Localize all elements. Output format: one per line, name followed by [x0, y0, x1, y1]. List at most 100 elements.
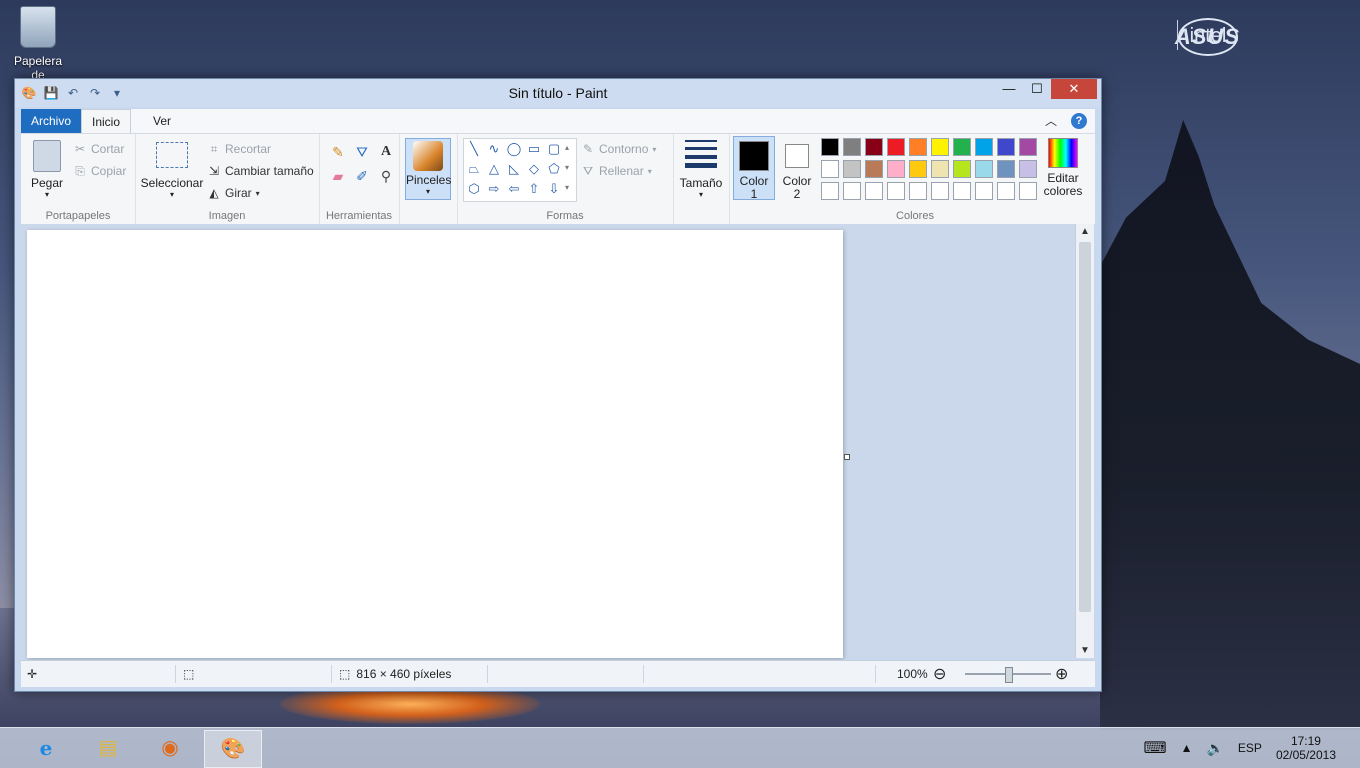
fill-button[interactable]: ⛛ Rellenar ▾ [581, 164, 652, 178]
palette-color-swatch[interactable] [931, 138, 949, 156]
fill-icon: ⛛ [582, 164, 594, 178]
palette-color-swatch[interactable] [865, 138, 883, 156]
palette-color-swatch[interactable] [887, 138, 905, 156]
palette-color-swatch[interactable] [975, 138, 993, 156]
custom-color-slot[interactable] [931, 182, 949, 200]
palette-color-swatch[interactable] [1019, 160, 1037, 178]
palette-color-swatch[interactable] [975, 160, 993, 178]
tab-home[interactable]: Inicio [81, 109, 132, 133]
resize-button[interactable]: ⇲ Cambiar tamaño [207, 164, 314, 178]
minimize-ribbon-icon[interactable]: ︿ [1045, 112, 1057, 129]
palette-color-swatch[interactable] [1019, 138, 1037, 156]
custom-color-slot[interactable] [865, 182, 883, 200]
crop-button[interactable]: ⌗ Recortar [207, 142, 271, 156]
up-arrow-shape-icon[interactable]: ⇧ [524, 179, 544, 199]
fill-dropdown-icon: ▾ [647, 166, 652, 176]
custom-color-slot[interactable] [997, 182, 1015, 200]
show-hidden-icons[interactable]: ▲ [1181, 741, 1193, 755]
diamond-shape-icon[interactable]: ◇ [524, 159, 544, 179]
color2-button[interactable]: Color 2 [777, 136, 817, 201]
custom-color-slot[interactable] [1019, 182, 1037, 200]
pencil-icon[interactable]: ✎ [327, 144, 349, 166]
palette-color-swatch[interactable] [843, 138, 861, 156]
paste-button[interactable]: Pegar ▾ [27, 140, 67, 199]
rotate-button[interactable]: ◭ Girar ▾ [207, 186, 259, 200]
color1-button[interactable]: Color 1 [733, 136, 775, 201]
select-button[interactable]: Seleccionar ▾ [139, 142, 205, 199]
size-button[interactable]: Tamaño ▾ [677, 140, 725, 199]
triangle-shape-icon[interactable]: △ [484, 159, 504, 179]
palette-color-swatch[interactable] [997, 138, 1015, 156]
custom-color-slot[interactable] [909, 182, 927, 200]
custom-color-slot[interactable] [887, 182, 905, 200]
pentagon-shape-icon[interactable]: ⬠ [544, 159, 564, 179]
edit-colors-button[interactable]: Editar colores [1041, 138, 1085, 198]
palette-color-swatch[interactable] [843, 160, 861, 178]
outline-button[interactable]: ✎ Contorno ▾ [581, 142, 656, 156]
cut-button[interactable]: ✂ Cortar [73, 142, 124, 156]
zoom-slider[interactable] [965, 667, 1051, 683]
maximize-button[interactable]: ☐ [1023, 79, 1051, 99]
recycle-bin-desktop-icon[interactable]: Papelera de [6, 6, 70, 82]
custom-color-slot[interactable] [975, 182, 993, 200]
eraser-icon[interactable]: ▰ [327, 168, 349, 190]
volume-icon[interactable]: 🔈 [1206, 740, 1223, 757]
scrollbar-thumb[interactable] [1079, 242, 1091, 612]
line-shape-icon[interactable]: ╲ [464, 139, 484, 159]
palette-color-swatch[interactable] [821, 160, 839, 178]
firefox-icon[interactable]: ◉ [142, 730, 198, 766]
shapes-scroll[interactable]: ▴ ▾ ▾ [565, 138, 569, 198]
custom-color-slot[interactable] [843, 182, 861, 200]
color-picker-icon[interactable]: ✐ [351, 168, 373, 190]
curve-shape-icon[interactable]: ∿ [484, 139, 504, 159]
size-label: Tamaño [679, 176, 723, 190]
down-arrow-shape-icon[interactable]: ⇩ [544, 179, 564, 199]
copy-button[interactable]: ⎘ Copiar [73, 164, 126, 178]
rectangle-shape-icon[interactable]: ▭ [524, 139, 544, 159]
zoom-in-icon[interactable]: ⊕ [1055, 664, 1068, 684]
clock[interactable]: 17:19 02/05/2013 [1276, 734, 1336, 762]
language-indicator[interactable]: ESP [1238, 741, 1262, 755]
custom-color-slot[interactable] [953, 182, 971, 200]
zoom-slider-knob[interactable] [1005, 667, 1013, 683]
color2-swatch [785, 144, 809, 168]
palette-color-swatch[interactable] [821, 138, 839, 156]
color-palette [821, 138, 1037, 200]
palette-color-swatch[interactable] [953, 160, 971, 178]
palette-color-swatch[interactable] [953, 138, 971, 156]
right-triangle-shape-icon[interactable]: ◺ [504, 159, 524, 179]
palette-color-swatch[interactable] [865, 160, 883, 178]
palette-color-swatch[interactable] [909, 138, 927, 156]
internet-explorer-icon[interactable]: e [18, 730, 74, 766]
palette-color-swatch[interactable] [931, 160, 949, 178]
text-tool-icon[interactable]: A [375, 144, 397, 166]
scroll-down-icon[interactable]: ▼ [1076, 645, 1094, 656]
tab-file[interactable]: Archivo [21, 109, 82, 133]
scroll-up-icon[interactable]: ▲ [1076, 226, 1094, 237]
keyboard-icon[interactable]: ⌨ [1144, 738, 1167, 758]
custom-color-slot[interactable] [821, 182, 839, 200]
fill-bucket-icon[interactable]: ⛛ [351, 144, 373, 166]
zoom-out-icon[interactable]: ⊖ [933, 664, 946, 684]
magnifier-icon[interactable]: ⚲ [375, 168, 397, 190]
file-explorer-icon[interactable]: ▤ [80, 730, 136, 766]
help-icon[interactable]: ? [1071, 112, 1087, 129]
oval-shape-icon[interactable]: ◯ [504, 139, 524, 159]
rounded-rectangle-shape-icon[interactable]: ▢ [544, 139, 564, 159]
palette-color-swatch[interactable] [909, 160, 927, 178]
left-arrow-shape-icon[interactable]: ⇦ [504, 179, 524, 199]
canvas-resize-handle[interactable] [844, 454, 850, 460]
drawing-canvas[interactable] [27, 230, 843, 658]
paint-taskbar-icon[interactable]: 🎨 [204, 730, 262, 768]
minimize-button[interactable]: — [995, 79, 1023, 99]
tab-view[interactable]: Ver [143, 109, 181, 133]
close-button[interactable]: ✕ [1051, 79, 1097, 99]
brushes-button[interactable]: Pinceles ▾ [405, 138, 451, 200]
hexagon-shape-icon[interactable]: ⬡ [464, 179, 484, 199]
palette-color-swatch[interactable] [997, 160, 1015, 178]
vertical-scrollbar[interactable]: ▲ ▼ [1075, 224, 1094, 658]
palette-color-swatch[interactable] [887, 160, 905, 178]
group-image: Seleccionar ▾ ⌗ Recortar ⇲ Cambiar tamañ… [135, 134, 320, 224]
polygon-shape-icon[interactable]: ⏢ [464, 159, 484, 179]
right-arrow-shape-icon[interactable]: ⇨ [484, 179, 504, 199]
